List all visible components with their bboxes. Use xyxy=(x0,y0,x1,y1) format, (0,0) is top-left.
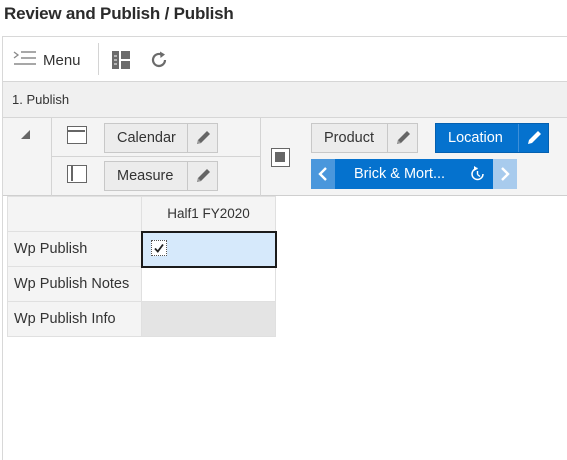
page-title: Review and Publish / Publish xyxy=(4,4,234,23)
menu-icon xyxy=(13,50,37,71)
columns-layout-icon xyxy=(67,165,87,183)
tile-label: Location xyxy=(448,130,503,146)
pencil-icon[interactable] xyxy=(187,162,217,190)
tile-product[interactable]: Product xyxy=(311,123,418,153)
toolbar: Menu xyxy=(3,37,567,82)
divider xyxy=(51,118,52,196)
chevron-right-icon[interactable] xyxy=(493,159,517,189)
row-header[interactable]: Wp Publish Info xyxy=(7,301,142,337)
menu-button[interactable]: Menu xyxy=(13,49,81,71)
pencil-icon[interactable] xyxy=(518,124,548,152)
tile-location[interactable]: Location xyxy=(435,123,549,153)
pivot-area: Calendar Measure Product Location Brick … xyxy=(3,118,567,196)
grid-corner xyxy=(7,196,142,232)
main-panel: Menu 1. Publish Calendar Measure Product… xyxy=(2,36,567,460)
tile-label: Measure xyxy=(117,168,174,184)
tile-measure[interactable]: Measure xyxy=(104,161,218,191)
divider xyxy=(51,156,260,157)
chevron-left-icon[interactable] xyxy=(311,159,335,189)
refresh-icon[interactable] xyxy=(148,49,170,71)
data-grid: Half1 FY2020 Wp Publish Wp Publish Notes… xyxy=(7,196,277,337)
column-header[interactable]: Half1 FY2020 xyxy=(141,196,276,232)
rows-layout-icon xyxy=(67,126,87,144)
page-layout-icon xyxy=(271,148,290,167)
tile-label: Product xyxy=(324,130,374,146)
grid-layout-icon[interactable] xyxy=(110,49,132,71)
row-header[interactable]: Wp Publish Notes xyxy=(7,266,142,302)
grid-cell-wp-publish-info xyxy=(141,301,276,337)
table-row: Wp Publish xyxy=(7,230,277,268)
grid-cell-wp-publish[interactable] xyxy=(140,230,277,268)
collapse-icon[interactable] xyxy=(21,130,30,139)
page-navigator: Brick & Mort... xyxy=(311,159,517,189)
table-row: Wp Publish Info xyxy=(7,301,276,337)
section-label: 1. Publish xyxy=(12,92,70,107)
reset-icon[interactable] xyxy=(463,159,493,189)
section-header: 1. Publish xyxy=(3,82,567,118)
tile-calendar[interactable]: Calendar xyxy=(104,123,218,153)
toolbar-separator xyxy=(98,43,99,75)
grid-cell-wp-publish-notes[interactable] xyxy=(141,266,276,302)
pencil-icon[interactable] xyxy=(387,124,417,152)
row-header[interactable]: Wp Publish xyxy=(7,231,142,267)
menu-label: Menu xyxy=(43,51,81,69)
pencil-icon[interactable] xyxy=(187,124,217,152)
page-navigator-label[interactable]: Brick & Mort... xyxy=(335,166,463,182)
tile-label: Calendar xyxy=(117,130,176,146)
publish-checkbox[interactable] xyxy=(150,239,167,256)
divider xyxy=(260,118,261,196)
table-row: Wp Publish Notes xyxy=(7,266,276,302)
